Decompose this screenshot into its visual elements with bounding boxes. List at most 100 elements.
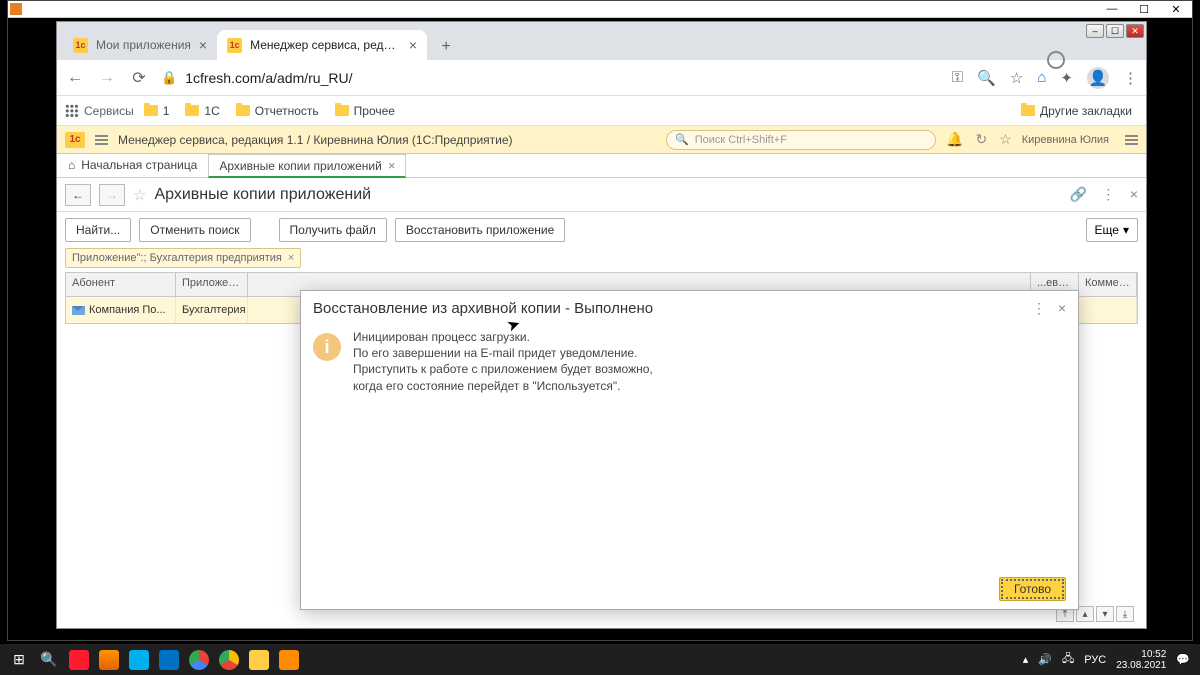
bookmark-label: Отчетность <box>255 104 319 118</box>
tray-clock[interactable]: 10:52 23.08.2021 <box>1116 649 1166 671</box>
start-button[interactable]: ⊞ <box>4 644 34 675</box>
modal-menu-icon[interactable]: ⋮ <box>1032 300 1046 317</box>
url-zone[interactable]: 🔒 1cfresh.com/a/adm/ru_RU/ <box>161 70 940 86</box>
tab-archive-copies[interactable]: Архивные копии приложений × <box>208 154 406 178</box>
page-title: Архивные копии приложений <box>154 186 371 204</box>
outer-close-button[interactable]: ✕ <box>1160 1 1192 18</box>
browser-window: – ☐ ✕ 1c Мои приложения × 1c Менеджер се… <box>56 21 1147 629</box>
browser-close-button[interactable]: ✕ <box>1126 24 1144 38</box>
lock-icon: 🔒 <box>161 70 177 86</box>
chip-close-icon[interactable]: × <box>288 252 294 264</box>
cancel-search-button[interactable]: Отменить поиск <box>139 218 250 242</box>
apps-button[interactable]: Сервисы <box>65 104 134 118</box>
tab-home[interactable]: ⌂ Начальная страница <box>57 153 208 177</box>
tray-sound-icon[interactable]: 🔊 <box>1038 653 1052 666</box>
app-icon <box>10 3 22 15</box>
history-icon[interactable]: ↻ <box>975 131 987 148</box>
nav-forward-button[interactable]: → <box>99 184 125 206</box>
modal-close-icon[interactable]: × <box>1058 300 1066 316</box>
c1-header: 1c Менеджер сервиса, редакция 1.1 / Кире… <box>57 126 1146 154</box>
profile-indicator-icon[interactable] <box>1047 51 1065 69</box>
tab-label: Архивные копии приложений <box>219 159 381 173</box>
nav-back-button[interactable]: ← <box>65 184 91 206</box>
modal-footer: Готово <box>301 569 1078 609</box>
tray-lang[interactable]: РУС <box>1084 654 1106 666</box>
back-button[interactable]: ← <box>65 68 85 88</box>
profile-avatar[interactable]: 👤 <box>1087 67 1109 89</box>
browser-tab-0[interactable]: 1c Мои приложения × <box>63 30 217 60</box>
settings-menu-button[interactable] <box>1125 135 1138 145</box>
task-app-explorer[interactable] <box>244 644 274 675</box>
restore-app-button[interactable]: Восстановить приложение <box>395 218 565 242</box>
tray-notifications-icon[interactable]: 💬 <box>1176 653 1190 666</box>
c1-user-label[interactable]: Киревнина Юлия <box>1022 134 1109 146</box>
outer-maximize-button[interactable]: ☐ <box>1128 1 1160 18</box>
bookmark-label: 1С <box>204 104 219 118</box>
tab-close-icon[interactable]: × <box>199 37 207 53</box>
link-icon[interactable]: 🔗 <box>1069 186 1086 202</box>
main-menu-button[interactable] <box>95 135 108 145</box>
bookmark-label: 1 <box>163 104 170 118</box>
home-icon[interactable]: ⌂ <box>1037 69 1046 86</box>
tab-close-icon[interactable]: × <box>409 37 417 53</box>
other-bookmarks[interactable]: Другие закладки <box>1015 104 1138 118</box>
filter-chip[interactable]: Приложение":; Бухгалтерия предприятия × <box>65 248 301 268</box>
forward-button[interactable]: → <box>97 68 117 88</box>
td-app: Бухгалтерия <box>176 297 248 323</box>
zoom-icon[interactable]: 🔍 <box>977 69 996 87</box>
envelope-icon <box>72 306 85 315</box>
done-button[interactable]: Готово <box>999 577 1066 601</box>
global-search-input[interactable]: 🔍 Поиск Ctrl+Shift+F <box>666 130 936 150</box>
url-text: 1cfresh.com/a/adm/ru_RU/ <box>185 70 352 86</box>
tab-home-label: Начальная страница <box>81 158 197 172</box>
extensions-icon[interactable]: ✦ <box>1060 69 1073 87</box>
bookmark-folder-3[interactable]: Прочее <box>329 104 401 118</box>
pager-last-button[interactable]: ⤓ <box>1116 606 1134 622</box>
bookmark-folder-0[interactable]: 1 <box>138 104 176 118</box>
bookmark-star-icon[interactable]: ☆ <box>1010 69 1023 87</box>
address-bar: ← → ⟳ 🔒 1cfresh.com/a/adm/ru_RU/ ⚿ 🔍 ☆ ⌂… <box>57 60 1146 96</box>
page-close-icon[interactable]: × <box>1130 186 1138 202</box>
get-file-button[interactable]: Получить файл <box>279 218 387 242</box>
th-abonent[interactable]: Абонент <box>66 273 176 296</box>
tray-network-icon[interactable]: 🖧 <box>1062 650 1074 669</box>
th-app[interactable]: Приложение <box>176 273 248 296</box>
task-app-outlook[interactable] <box>154 644 184 675</box>
th-comment[interactable]: Коммент... <box>1079 273 1137 296</box>
task-app-skype[interactable] <box>124 644 154 675</box>
info-icon: i <box>313 333 341 361</box>
find-button[interactable]: Найти... <box>65 218 131 242</box>
page-menu-icon[interactable]: ⋮ <box>1101 186 1115 202</box>
tab-close-icon[interactable]: × <box>388 158 396 173</box>
new-tab-button[interactable]: + <box>433 34 459 60</box>
task-app-opera[interactable] <box>64 644 94 675</box>
tray-up-icon[interactable]: ▴ <box>1023 653 1029 666</box>
more-button[interactable]: Еще▾ <box>1086 218 1138 242</box>
apps-label: Сервисы <box>84 104 134 118</box>
bookmark-folder-1[interactable]: 1С <box>179 104 225 118</box>
folder-icon <box>144 105 158 116</box>
pager-down-button[interactable]: ▾ <box>1096 606 1114 622</box>
modal-text: Инициирован процесс загрузки. По его зав… <box>353 329 653 565</box>
task-app-chrome[interactable] <box>184 644 214 675</box>
folder-icon <box>185 105 199 116</box>
page-favorite-icon[interactable]: ☆ <box>133 186 146 204</box>
task-app-firefox[interactable] <box>94 644 124 675</box>
favorite-icon[interactable]: ☆ <box>999 131 1012 148</box>
chrome-menu-icon[interactable]: ⋮ <box>1123 69 1138 87</box>
outer-minimize-button[interactable]: — <box>1096 1 1128 18</box>
modal-body: i Инициирован процесс загрузки. По его з… <box>301 325 1078 569</box>
bookmark-folder-2[interactable]: Отчетность <box>230 104 325 118</box>
browser-tab-1[interactable]: 1c Менеджер сервиса, редакция 1 × <box>217 30 427 60</box>
key-icon[interactable]: ⚿ <box>952 69 963 86</box>
bell-icon[interactable]: 🔔 <box>946 131 963 148</box>
toolbar: Найти... Отменить поиск Получить файл Во… <box>57 212 1146 248</box>
folder-icon <box>236 105 250 116</box>
windows-taskbar: ⊞ 🔍 ▴ 🔊 🖧 РУС 10:52 23.08.2021 💬 <box>0 644 1200 675</box>
reload-button[interactable]: ⟳ <box>129 68 149 88</box>
search-button[interactable]: 🔍 <box>34 644 64 675</box>
browser-maximize-button[interactable]: ☐ <box>1106 24 1124 38</box>
task-app-media[interactable] <box>274 644 304 675</box>
browser-minimize-button[interactable]: – <box>1086 24 1104 38</box>
task-app-chrome2[interactable] <box>214 644 244 675</box>
